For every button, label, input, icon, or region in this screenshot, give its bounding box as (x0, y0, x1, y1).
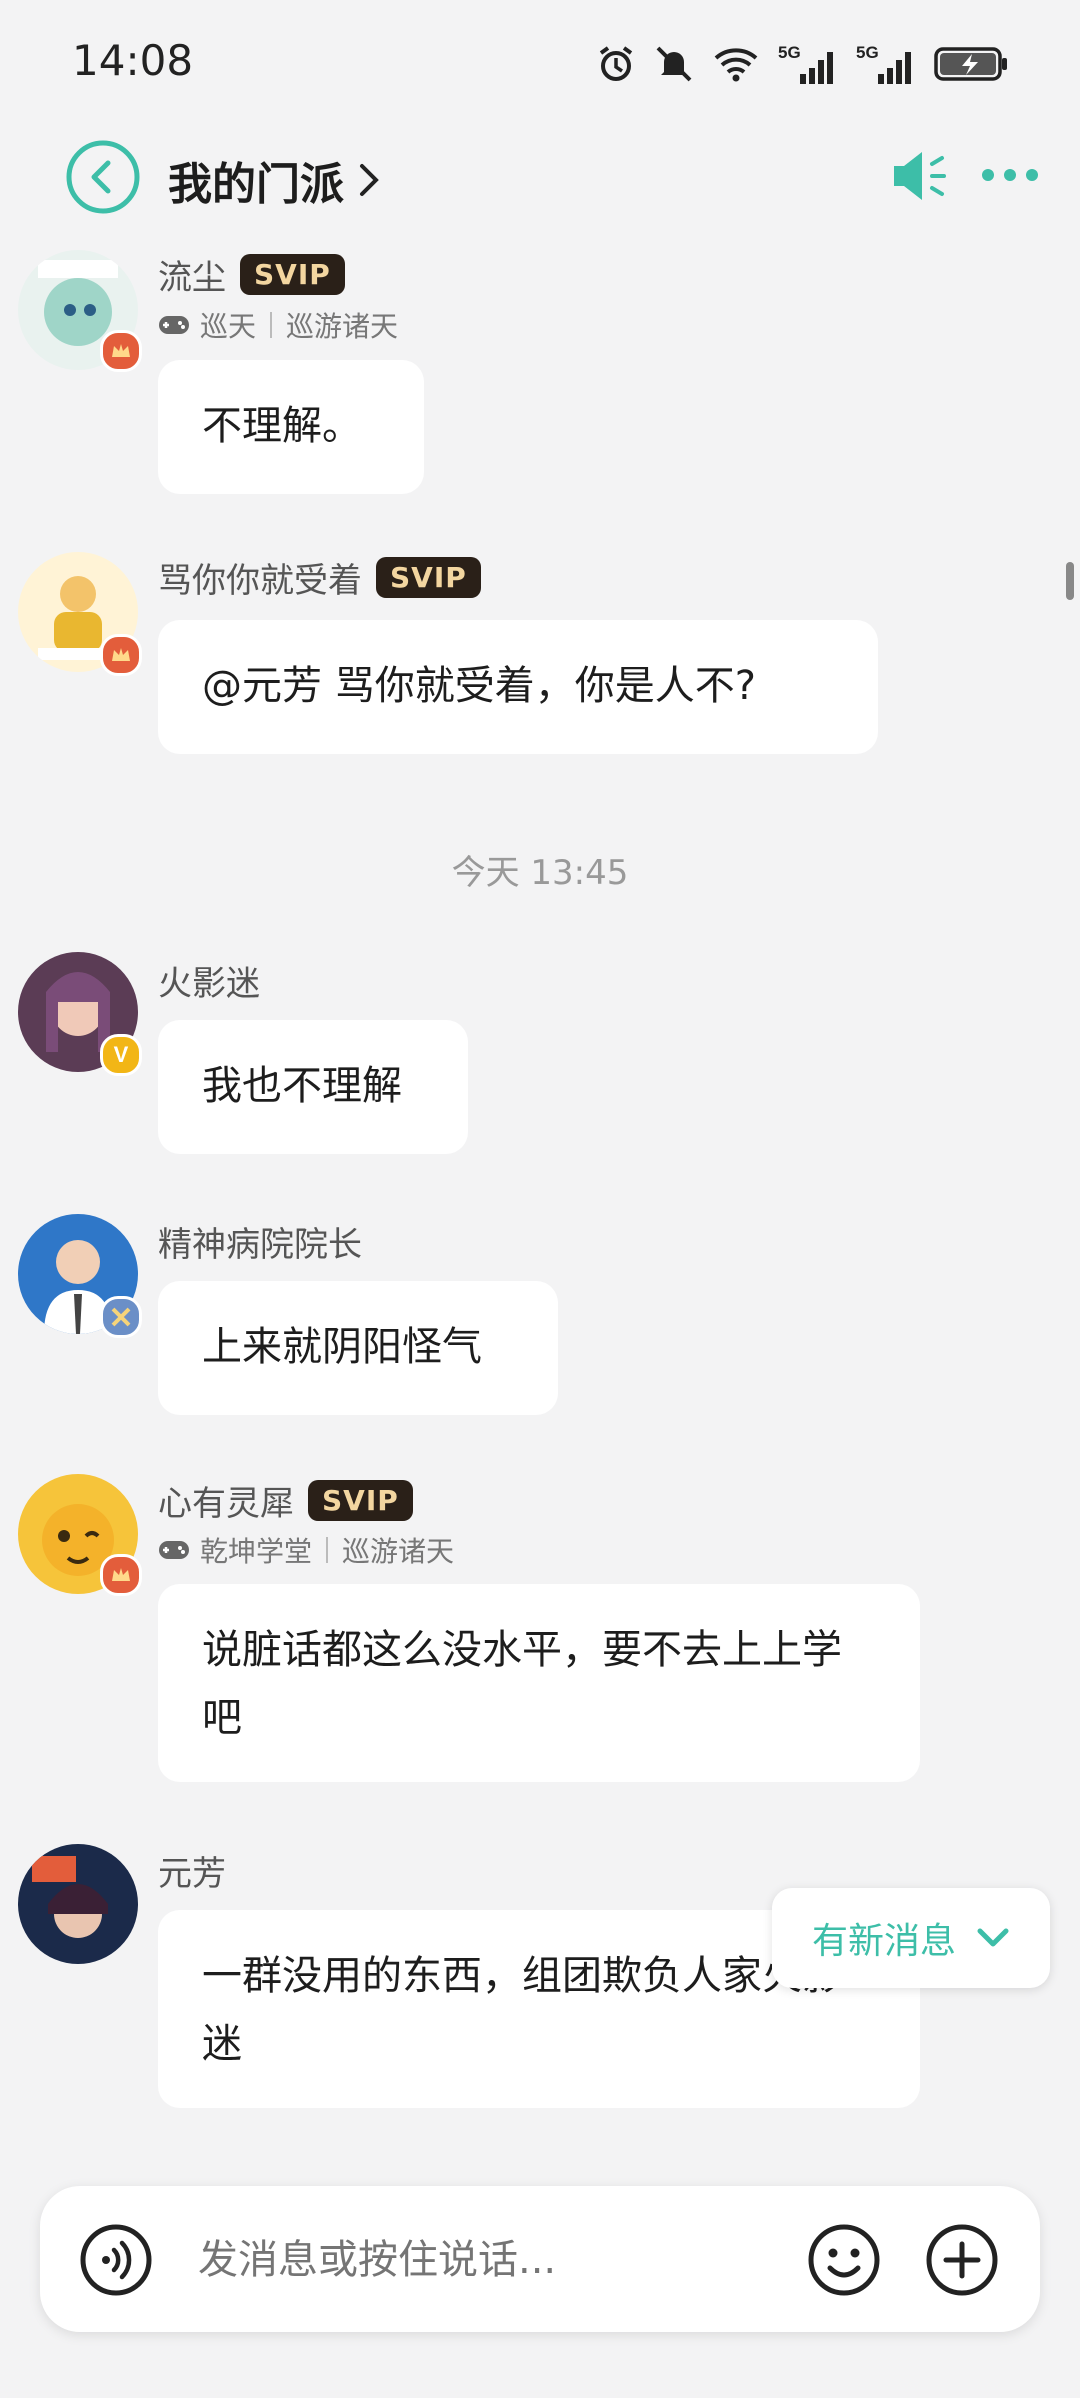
alarm-icon (599, 46, 633, 81)
message-header: 骂你你就受着 SVIP (158, 553, 481, 602)
more-icon (982, 169, 1038, 181)
message-header: 流尘 SVIP (158, 250, 345, 299)
gamepad-icon (159, 1541, 189, 1559)
message-text: 一群没用的东西，组团欺负人家火影迷 (202, 1953, 842, 2067)
verified-v-icon: V (100, 1034, 142, 1076)
signal-5g-icon: 5G (778, 43, 833, 84)
crown-badge-icon (100, 330, 142, 372)
back-button[interactable] (48, 139, 158, 215)
message-bubble[interactable]: @元芳 骂你就受着，你是人不? (158, 620, 878, 754)
game-detail: 巡游诸天 (342, 1535, 455, 1568)
rank-badge-icon (100, 1296, 142, 1338)
message-header: 火影迷 (158, 956, 260, 1005)
game-detail: 巡游诸天 (286, 310, 399, 343)
message-header: 心有灵犀 SVIP (158, 1476, 413, 1525)
svip-badge: SVIP (240, 254, 345, 295)
network-label: 5G (778, 43, 801, 62)
message-bubble[interactable]: 说脏话都这么没水平，要不去上上学吧 (158, 1584, 920, 1782)
mute-icon (656, 46, 692, 82)
status-icons: 5G 5G (596, 38, 1010, 90)
wifi-icon (714, 48, 758, 82)
plus-icon (926, 2224, 998, 2296)
network-label: 5G (856, 43, 879, 62)
svip-badge: SVIP (376, 557, 481, 598)
crown-badge-icon (100, 634, 142, 676)
timestamp: 今天 13:45 (451, 853, 629, 893)
chevron-left-icon (66, 140, 140, 214)
group-title[interactable]: 我的门派 (168, 148, 380, 212)
voice-button[interactable] (78, 2222, 154, 2298)
sender-name[interactable]: 流尘 (158, 250, 226, 299)
add-button[interactable] (924, 2222, 1000, 2298)
game-name: 巡天 (200, 310, 257, 343)
sender-name[interactable]: 精神病院院长 (158, 1217, 362, 1266)
speaker-button[interactable] (890, 148, 950, 204)
message-text: 不理解。 (202, 403, 362, 449)
message-header: 元芳 (158, 1846, 226, 1895)
more-button[interactable] (978, 160, 1042, 190)
divider (270, 312, 273, 338)
signal-5g-icon: 5G (856, 43, 911, 84)
svip-badge: SVIP (308, 1480, 413, 1521)
new-message-label: 有新消息 (811, 1921, 956, 1962)
sender-name[interactable]: 心有灵犀 (158, 1476, 294, 1525)
message-bubble[interactable]: 上来就阴阳怪气 (158, 1281, 558, 1415)
chevron-down-icon (977, 1928, 1009, 1947)
emoji-button[interactable] (806, 2222, 882, 2298)
message-input[interactable] (198, 2232, 758, 2288)
sender-name[interactable]: 骂你你就受着 (158, 553, 362, 602)
message-bubble[interactable]: 我也不理解 (158, 1020, 468, 1154)
message-text: 我也不理解 (202, 1063, 402, 1109)
speaker-icon (894, 152, 946, 200)
scrollbar[interactable] (1066, 562, 1074, 600)
message-text: 说脏话都这么没水平，要不去上上学吧 (202, 1627, 842, 1741)
group-title-text: 我的门派 (168, 159, 344, 210)
emoji-icon (808, 2224, 880, 2296)
game-name: 乾坤学堂 (200, 1535, 313, 1568)
new-message-button[interactable]: 有新消息 (772, 1888, 1050, 1988)
game-tag[interactable]: 巡天 巡游诸天 (158, 305, 398, 345)
battery-charging-icon (934, 47, 1007, 81)
crown-badge-icon (100, 1554, 142, 1596)
status-time: 14:08 (72, 36, 194, 85)
chevron-right-icon (360, 164, 379, 196)
avatar[interactable] (18, 1844, 138, 1964)
sender-name[interactable]: 火影迷 (158, 956, 260, 1005)
message-bubble[interactable]: 不理解。 (158, 360, 424, 494)
divider (326, 1537, 329, 1563)
message-text: 上来就阴阳怪气 (202, 1324, 482, 1370)
message-text: @元芳 骂你就受着，你是人不? (202, 663, 756, 709)
message-header: 精神病院院长 (158, 1217, 362, 1266)
gamepad-icon (159, 316, 189, 334)
voice-icon (80, 2224, 152, 2296)
game-tag[interactable]: 乾坤学堂 巡游诸天 (158, 1530, 454, 1570)
sender-name[interactable]: 元芳 (158, 1846, 226, 1895)
